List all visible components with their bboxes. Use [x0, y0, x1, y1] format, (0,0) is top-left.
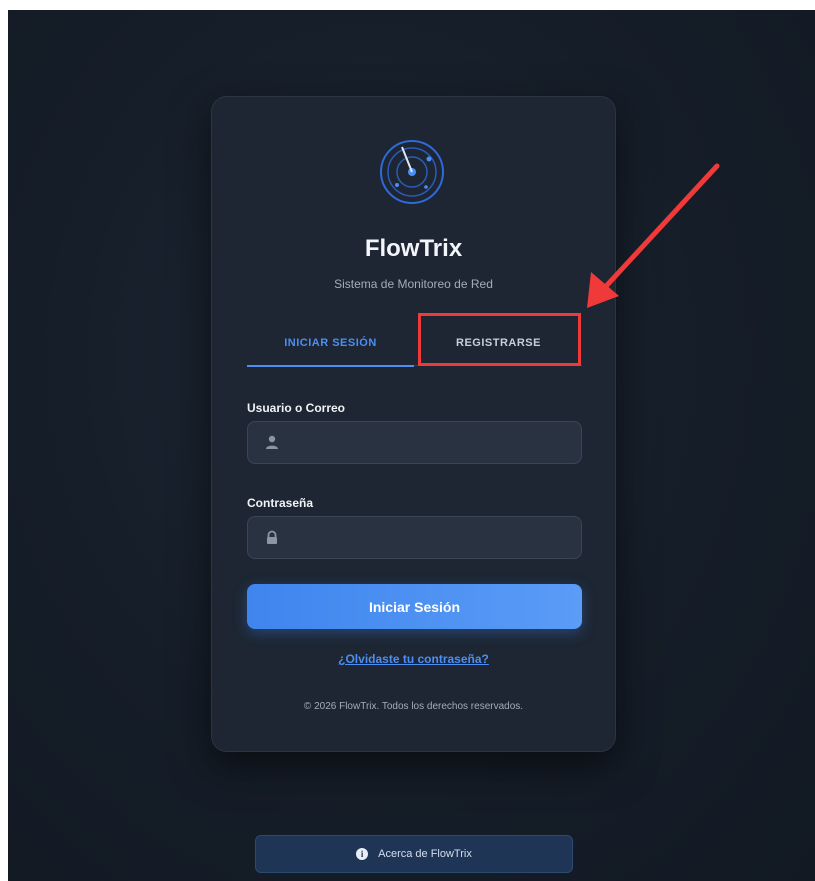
login-screen: FlowTrix Sistema de Monitoreo de Red INI…: [8, 10, 815, 881]
password-field: [247, 516, 582, 560]
info-icon: i: [356, 848, 369, 861]
radar-icon: [380, 140, 444, 204]
username-input[interactable]: [288, 422, 572, 465]
app-title: FlowTrix: [364, 235, 463, 262]
copyright-text: © 2026 FlowTrix. Todos los derechos rese…: [303, 701, 524, 712]
forgot-password-link[interactable]: ¿Olvidaste tu contraseña?: [212, 652, 615, 666]
lock-icon: [267, 530, 277, 544]
tab-login[interactable]: INICIAR SESIÓN: [247, 331, 414, 367]
app-subtitle: Sistema de Monitoreo de Red: [334, 277, 493, 291]
user-icon: [266, 435, 278, 449]
about-label: Acerca de FlowTrix: [378, 848, 472, 861]
login-card: FlowTrix Sistema de Monitoreo de Red INI…: [211, 96, 616, 752]
password-input[interactable]: [288, 517, 572, 560]
about-button[interactable]: i Acerca de FlowTrix: [255, 835, 573, 873]
username-field: [247, 421, 582, 465]
red-arrow-icon: [587, 163, 720, 308]
username-label: Usuario o Correo: [247, 401, 346, 415]
login-button[interactable]: Iniciar Sesión: [247, 584, 582, 629]
password-label: Contraseña: [247, 496, 314, 510]
register-tab-highlight: [418, 313, 581, 366]
